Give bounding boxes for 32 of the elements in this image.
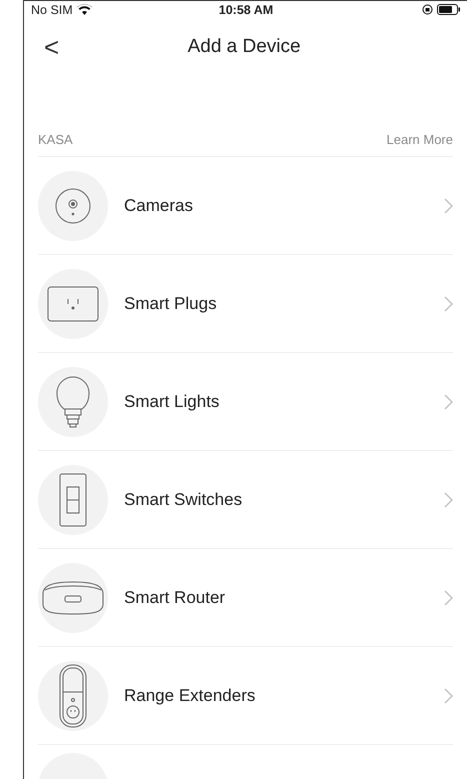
device-row[interactable]: Cameras — [38, 157, 453, 255]
light-switch-icon — [59, 472, 87, 526]
wifi-icon — [76, 4, 92, 15]
device-row[interactable]: Smart Router — [38, 549, 453, 647]
range-extender-icon — [59, 664, 87, 728]
outlet-icon — [47, 286, 99, 322]
chevron-right-icon — [444, 296, 453, 312]
page-title: Add a Device — [186, 36, 302, 58]
router-icon — [41, 580, 105, 616]
device-label: Range Extenders — [124, 686, 256, 706]
device-row[interactable]: Smart Switches — [38, 451, 453, 549]
battery-icon — [436, 4, 461, 15]
back-button[interactable]: < — [38, 32, 66, 62]
chevron-right-icon — [444, 688, 453, 704]
device-label: Smart Plugs — [124, 294, 218, 314]
device-row[interactable]: Smart Lights — [38, 353, 453, 451]
light-bulb-icon — [56, 374, 90, 428]
chevron-right-icon — [444, 394, 453, 410]
device-label: Smart Router — [124, 588, 226, 608]
chevron-right-icon — [444, 198, 453, 214]
status-time: 10:58 AM — [218, 2, 274, 16]
section-title: KASA — [38, 132, 73, 146]
device-label: Smart Switches — [124, 490, 244, 510]
camera-icon — [55, 188, 91, 224]
device-label: Smart Lights — [124, 392, 220, 412]
carrier-label: No SIM — [31, 2, 73, 16]
chevron-right-icon — [444, 590, 453, 606]
device-row[interactable]: Smart Plugs — [38, 255, 453, 353]
chevron-right-icon — [444, 492, 453, 508]
device-row[interactable]: Range Extenders — [38, 647, 453, 745]
orientation-lock-icon — [422, 4, 433, 15]
device-label: Cameras — [124, 196, 194, 216]
